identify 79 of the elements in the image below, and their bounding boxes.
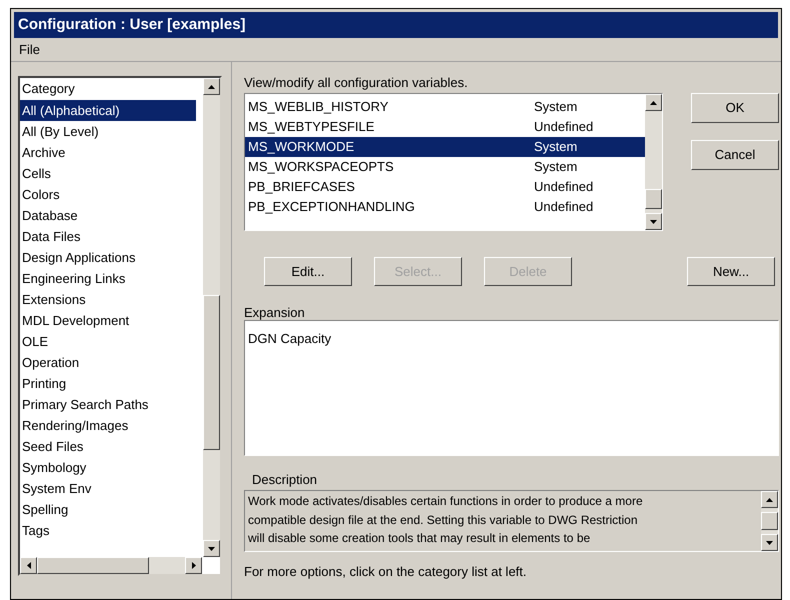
scrollbar[interactable] xyxy=(761,491,778,551)
list-header: Category xyxy=(21,80,76,98)
category-item[interactable]: Operation xyxy=(20,352,203,373)
variable-row[interactable]: MS_WORKSPACEOPTS System xyxy=(245,157,645,177)
scroll-left-button[interactable] xyxy=(20,557,37,574)
dialog-button[interactable]: Cancel xyxy=(691,140,779,170)
expansion-field[interactable]: DGN Capacity xyxy=(244,320,779,456)
right-arrow-icon xyxy=(192,562,196,569)
variable-list[interactable]: MS_WEBLIB_HISTORY System MS_WEBTYPESFILE Undefined MS_WORKMODE System MS_WORKSPACEOPTS System PB_BRIEFCASES Undefined PB_EXCEPTIONHANDLING Undefined xyxy=(244,93,663,231)
category-item[interactable]: Archive xyxy=(20,142,203,163)
scroll-thumb[interactable] xyxy=(645,189,662,209)
category-item[interactable]: Seed Files xyxy=(20,436,203,457)
category-item[interactable]: Engineering Links xyxy=(20,268,203,289)
instruction-text: View/modify all configuration variables. xyxy=(244,74,469,92)
description-label: Description xyxy=(252,471,318,489)
scroll-down-button[interactable] xyxy=(645,213,662,230)
category-item[interactable]: Extensions xyxy=(20,289,203,310)
up-arrow-icon xyxy=(766,498,773,502)
dialog-button[interactable]: OK xyxy=(691,93,779,123)
up-arrow-icon xyxy=(208,84,215,88)
variable-level: System xyxy=(534,138,578,156)
category-item[interactable]: Primary Search Paths xyxy=(20,394,203,415)
variable-row[interactable]: MS_WEBLIB_HISTORY System xyxy=(245,97,645,117)
window-title: Configuration : User [examples] xyxy=(18,14,246,35)
category-item[interactable]: Printing xyxy=(20,373,203,394)
variable-name: MS_WEBLIB_HISTORY xyxy=(248,98,390,116)
expansion-label: Expansion xyxy=(244,304,306,320)
scroll-down-button[interactable] xyxy=(203,540,220,557)
horizontal-scrollbar[interactable] xyxy=(20,557,202,574)
footer-text: For more options, click on the category list at left. xyxy=(244,563,528,581)
up-arrow-icon xyxy=(650,100,657,104)
expansion-value: DGN Capacity xyxy=(248,331,332,346)
variable-name: MS_WORKMODE xyxy=(248,138,356,156)
variable-level: Undefined xyxy=(534,118,594,136)
action-button[interactable]: Edit... xyxy=(264,257,352,286)
description-text: Work mode activates/disables certain functions in order to produce a more compatible design file at the end. Setting this variable to DWG Restriction will disable some creation tools that may result in elements to be xyxy=(247,493,644,547)
down-arrow-icon xyxy=(650,220,657,224)
scroll-right-button[interactable] xyxy=(185,557,202,574)
category-item[interactable]: OLE xyxy=(20,331,203,352)
scroll-up-button[interactable] xyxy=(645,94,662,111)
variable-name: MS_WORKSPACEOPTS xyxy=(248,158,395,176)
variable-name: PB_BRIEFCASES xyxy=(248,178,356,196)
variable-name: PB_EXCEPTIONHANDLING xyxy=(248,198,416,216)
variable-row[interactable]: MS_WEBTYPESFILE Undefined xyxy=(245,117,645,137)
scroll-up-button[interactable] xyxy=(761,491,778,508)
category-item[interactable]: Tags xyxy=(20,520,203,541)
variable-level: System xyxy=(534,158,578,176)
variable-level: System xyxy=(534,98,578,116)
category-item[interactable]: Cells xyxy=(20,163,203,184)
menu-item[interactable]: File xyxy=(19,40,40,60)
scrollbar[interactable] xyxy=(203,78,220,557)
variable-row[interactable]: MS_WORKMODE System xyxy=(245,137,645,157)
category-item[interactable]: Database xyxy=(20,205,203,226)
scroll-thumb[interactable] xyxy=(203,295,220,450)
scroll-thumb[interactable] xyxy=(761,512,778,530)
category-item[interactable]: Symbology xyxy=(20,457,203,478)
left-arrow-icon xyxy=(26,562,30,569)
category-list[interactable] xyxy=(18,76,222,576)
scroll-down-button[interactable] xyxy=(761,534,778,551)
variable-row[interactable]: PB_BRIEFCASES Undefined xyxy=(245,177,645,197)
category-item[interactable]: Design Applications xyxy=(20,247,203,268)
category-item[interactable]: Data Files xyxy=(20,226,203,247)
new-button[interactable]: New... xyxy=(687,257,775,286)
variable-row[interactable]: PB_EXCEPTIONHANDLING Undefined xyxy=(245,197,645,217)
down-arrow-icon xyxy=(766,540,773,544)
category-item[interactable]: All (Alphabetical) xyxy=(20,100,196,121)
category-item[interactable]: Rendering/Images xyxy=(20,415,203,436)
category-item[interactable]: System Env xyxy=(20,478,203,499)
category-item[interactable]: Spelling xyxy=(20,499,203,520)
scroll-up-button[interactable] xyxy=(203,78,220,95)
category-item[interactable]: Colors xyxy=(20,184,203,205)
scrollbar[interactable] xyxy=(645,94,662,230)
down-arrow-icon xyxy=(208,546,215,550)
variable-name: MS_WEBTYPESFILE xyxy=(248,118,376,136)
category-item[interactable]: MDL Development xyxy=(20,310,203,331)
category-item[interactable]: All (By Level) xyxy=(20,121,203,142)
variable-level: Undefined xyxy=(534,198,594,216)
variable-level: Undefined xyxy=(534,178,594,196)
scroll-thumb[interactable] xyxy=(37,557,149,574)
